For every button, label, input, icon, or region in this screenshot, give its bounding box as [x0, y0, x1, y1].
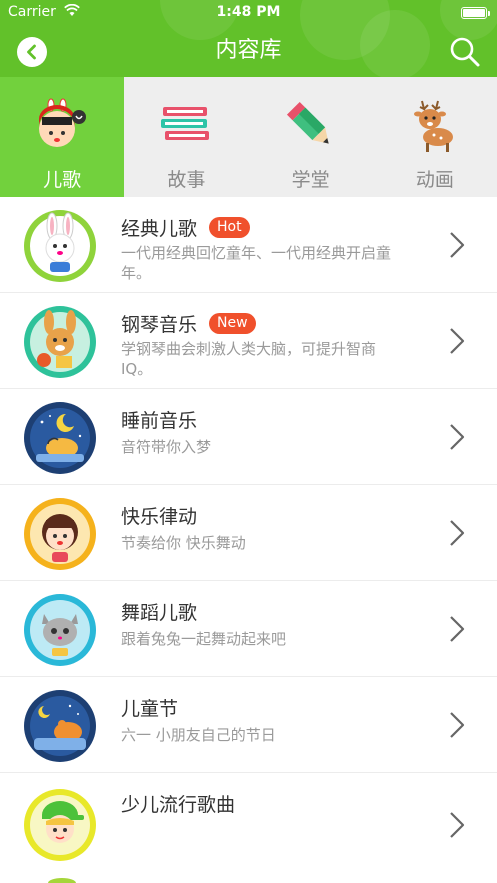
- list-item[interactable]: 经典儿歌 Hot 一代用经典回忆童年、一代用经典开启童年。: [0, 197, 497, 293]
- search-icon[interactable]: [449, 36, 481, 68]
- boy-cap-avatar-icon: [24, 789, 96, 861]
- chevron-right-icon: [450, 712, 465, 738]
- row-title: 经典儿歌 Hot: [121, 214, 250, 241]
- chevron-right-icon: [450, 232, 465, 258]
- list-item[interactable]: 少儿流行歌曲: [0, 773, 497, 873]
- bunny-avatar-icon: [24, 210, 96, 282]
- chevron-right-icon: [450, 424, 465, 450]
- moon-night-avatar-icon: [24, 402, 96, 474]
- row-title-text: 睡前音乐: [121, 410, 198, 432]
- row-title-text: 舞蹈儿歌: [121, 602, 198, 624]
- chevron-right-icon: [450, 328, 465, 354]
- row-description: 音符带你入梦: [121, 438, 212, 456]
- singing-girl-icon: [39, 98, 87, 147]
- row-title: 钢琴音乐 New: [121, 310, 256, 337]
- deer-icon: [413, 100, 453, 152]
- row-title-text: 儿童节: [121, 698, 179, 720]
- tab-animation[interactable]: 动画: [373, 77, 497, 197]
- hot-badge: Hot: [209, 217, 250, 238]
- row-title-text: 少儿流行歌曲: [121, 794, 236, 816]
- cat-avatar-icon: [24, 594, 96, 666]
- status-time: 1:48 PM: [216, 4, 281, 20]
- status-bar: Carrier 1:48 PM: [0, 0, 497, 26]
- tab-label: 学堂: [291, 169, 330, 191]
- row-title: 快乐律动: [121, 502, 197, 529]
- row-description: 六一 小朋友自己的节日: [121, 726, 276, 744]
- row-description: 一代用经典回忆童年、一代用经典开启童年。: [121, 244, 392, 282]
- tab-stories[interactable]: 故事: [124, 77, 248, 197]
- header-bar: Carrier 1:48 PM 内容库: [0, 0, 497, 77]
- category-tabs: 儿歌 故事 学堂 动画: [0, 77, 497, 197]
- row-title: 舞蹈儿歌: [121, 598, 197, 625]
- list-item[interactable]: 舞蹈儿歌 跟着兔兔一起舞动起来吧: [0, 581, 497, 677]
- tab-label: 动画: [415, 169, 454, 191]
- row-title: 少儿流行歌曲: [121, 790, 235, 817]
- list-item[interactable]: 快乐律动 节奏给你 快乐舞动: [0, 485, 497, 581]
- list-item[interactable]: 儿童节 六一 小朋友自己的节日: [0, 677, 497, 773]
- tab-songs[interactable]: 儿歌: [0, 77, 125, 197]
- list-item[interactable]: 钢琴音乐 New 学钢琴曲会刺激人类大脑，可提升智商IQ。: [0, 293, 497, 389]
- battery-icon: [461, 7, 490, 19]
- sleeping-bear-avatar-icon: [24, 690, 96, 762]
- new-badge: New: [209, 313, 256, 334]
- girl-avatar-icon: [24, 498, 96, 570]
- row-title-text: 快乐律动: [121, 506, 198, 528]
- row-description: 学钢琴曲会刺激人类大脑，可提升智商IQ。: [121, 340, 377, 378]
- row-title-text: 钢琴音乐: [121, 314, 198, 336]
- row-title-text: 经典儿歌: [121, 218, 198, 240]
- row-description: 节奏给你 快乐舞动: [121, 534, 246, 552]
- content-list: 经典儿歌 Hot 一代用经典回忆童年、一代用经典开启童年。 钢琴音乐 New 学…: [0, 197, 497, 873]
- chevron-right-icon: [450, 616, 465, 642]
- pencil-icon: [286, 101, 329, 144]
- tab-school[interactable]: 学堂: [249, 77, 373, 197]
- rabbit-guitar-avatar-icon: [24, 306, 96, 378]
- tab-label: 故事: [167, 169, 206, 191]
- chevron-right-icon: [450, 812, 465, 838]
- chevron-right-icon: [450, 520, 465, 546]
- row-description: 跟着兔兔一起舞动起来吧: [121, 630, 287, 648]
- page-title: 内容库: [215, 38, 282, 63]
- row-title: 儿童节: [121, 694, 178, 721]
- next-item-avatar-peek: [48, 878, 76, 883]
- books-icon: [161, 107, 210, 140]
- tab-label: 儿歌: [43, 169, 82, 191]
- list-item[interactable]: 睡前音乐 音符带你入梦: [0, 389, 497, 485]
- row-title: 睡前音乐: [121, 406, 197, 433]
